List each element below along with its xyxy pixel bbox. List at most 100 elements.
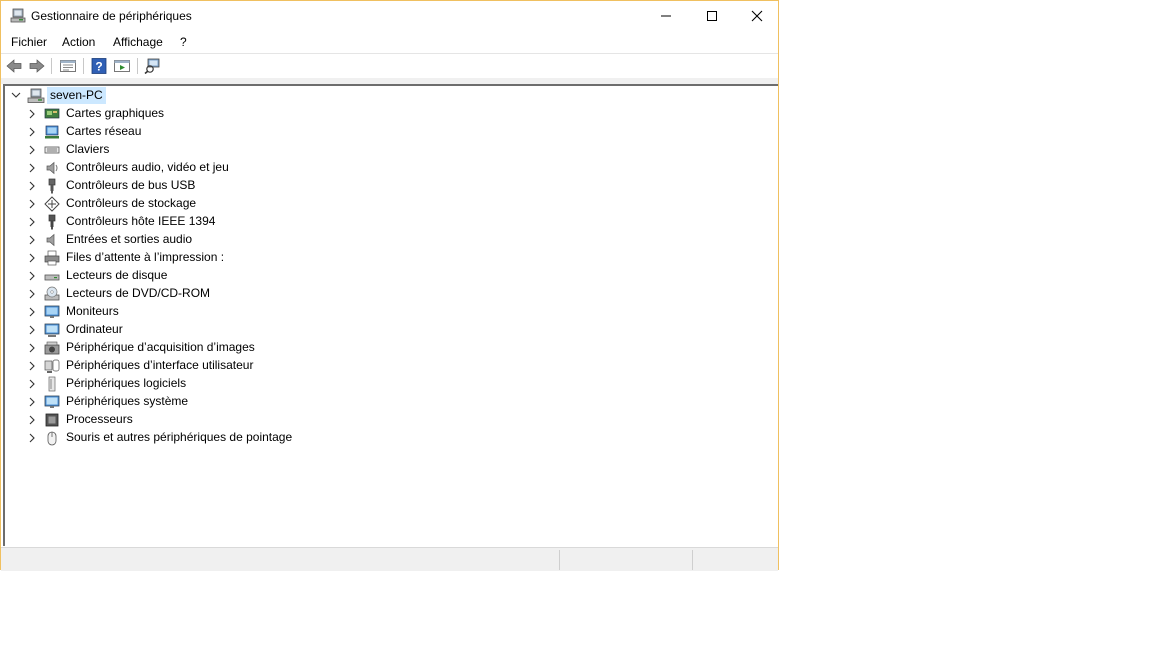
tree-category-label: Claviers <box>66 142 110 156</box>
status-divider <box>559 550 560 570</box>
device-tree[interactable]: seven-PC Cartes graphiques Cartes réseau C… <box>3 84 778 546</box>
minimize-button[interactable] <box>643 1 689 31</box>
chevron-right-icon[interactable] <box>27 109 37 119</box>
chevron-right-icon[interactable] <box>27 343 37 353</box>
menu-bar: Fichier Action Affichage ? <box>1 31 778 54</box>
network-adapter-icon <box>45 125 59 139</box>
tree-category-item[interactable]: Périphériques logiciels <box>27 375 427 393</box>
tree-category-label: Entrées et sorties audio <box>66 232 193 246</box>
chevron-right-icon[interactable] <box>27 145 37 155</box>
mouse-icon <box>47 431 57 446</box>
tree-category-item[interactable]: Périphériques système <box>27 393 427 411</box>
tree-category-label: Lecteurs de disque <box>66 268 168 282</box>
tree-category-label: Cartes graphiques <box>66 106 165 120</box>
chevron-right-icon[interactable] <box>27 397 37 407</box>
tree-category-item[interactable]: Processeurs <box>27 411 427 429</box>
tree-category-item[interactable]: Périphérique d’acquisition d’images <box>27 339 427 357</box>
chevron-right-icon[interactable] <box>27 379 37 389</box>
tree-category-item[interactable]: Périphériques d’interface utilisateur <box>27 357 427 375</box>
tree-category-label: Processeurs <box>66 412 133 426</box>
toolbar-separator <box>137 58 138 74</box>
chevron-right-icon[interactable] <box>27 433 37 443</box>
chevron-right-icon[interactable] <box>27 307 37 317</box>
tree-category-item[interactable]: Entrées et sorties audio <box>27 231 427 249</box>
tree-category-item[interactable]: Lecteurs de disque <box>27 267 427 285</box>
printer-icon <box>44 250 60 266</box>
maximize-button[interactable] <box>689 1 735 31</box>
title-bar[interactable]: Gestionnaire de périphériques <box>1 1 778 31</box>
menu-help[interactable]: ? <box>180 35 187 49</box>
chevron-right-icon[interactable] <box>27 361 37 371</box>
tree-category-item[interactable]: Contrôleurs audio, vidéo et jeu <box>27 159 427 177</box>
chevron-right-icon[interactable] <box>27 415 37 425</box>
menu-fichier[interactable]: Fichier <box>11 35 47 49</box>
hid-icon <box>44 359 60 373</box>
close-icon <box>751 10 763 22</box>
speaker-icon <box>46 161 58 175</box>
toolbar-separator <box>83 58 84 74</box>
tree-root-label: seven-PC <box>47 87 106 104</box>
keyboard-icon <box>44 146 60 154</box>
software-device-icon <box>48 376 56 392</box>
scan-hardware-icon[interactable] <box>144 58 162 74</box>
tree-category-label: Files d’attente à l’impression : <box>66 250 225 264</box>
chevron-right-icon[interactable] <box>27 181 37 191</box>
tree-category-label: Lecteurs de DVD/CD-ROM <box>66 286 211 300</box>
status-bar <box>1 547 778 571</box>
monitor-icon <box>44 305 60 318</box>
tree-category-item[interactable]: Claviers <box>27 141 427 159</box>
toolbar-separator <box>51 58 52 74</box>
tree-category-label: Ordinateur <box>66 322 123 336</box>
tree-category-item[interactable]: Lecteurs de DVD/CD-ROM <box>27 285 427 303</box>
storage-controller-icon <box>44 196 60 212</box>
chevron-right-icon[interactable] <box>27 163 37 173</box>
menu-action[interactable]: Action <box>62 35 95 49</box>
toolbar: ? <box>1 54 778 79</box>
tree-category-label: Cartes réseau <box>66 124 142 138</box>
device-manager-icon <box>10 8 26 23</box>
chevron-right-icon[interactable] <box>27 325 37 335</box>
tree-category-label: Périphérique d’acquisition d’images <box>66 340 255 354</box>
maximize-icon <box>707 11 717 21</box>
chevron-down-icon[interactable] <box>11 90 21 100</box>
help-icon[interactable]: ? <box>90 58 108 74</box>
firewire-icon <box>48 214 56 230</box>
processor-icon <box>45 413 59 427</box>
tree-category-label: Contrôleurs de bus USB <box>66 178 196 192</box>
chevron-right-icon[interactable] <box>27 217 37 227</box>
properties-view-icon[interactable] <box>59 58 77 74</box>
back-icon[interactable] <box>5 58 23 74</box>
tree-category-item[interactable]: Contrôleurs hôte IEEE 1394 <box>27 213 427 231</box>
disk-drive-icon <box>44 274 60 281</box>
window-title: Gestionnaire de périphériques <box>31 9 192 23</box>
chevron-right-icon[interactable] <box>27 289 37 299</box>
tree-category-item[interactable]: Contrôleurs de bus USB <box>27 177 427 195</box>
tree-category-item[interactable]: Cartes réseau <box>27 123 427 141</box>
usb-icon <box>48 178 56 194</box>
system-device-icon <box>44 395 60 408</box>
forward-icon[interactable] <box>28 58 46 74</box>
menu-affichage[interactable]: Affichage <box>113 35 163 49</box>
svg-text:?: ? <box>95 60 102 74</box>
tree-category-item[interactable]: Souris et autres périphériques de pointa… <box>27 429 427 447</box>
tree-category-label: Contrôleurs audio, vidéo et jeu <box>66 160 229 174</box>
chevron-right-icon[interactable] <box>27 271 37 281</box>
tree-category-label: Contrôleurs de stockage <box>66 196 197 210</box>
action-view-icon[interactable] <box>113 58 131 74</box>
tree-category-item[interactable]: Moniteurs <box>27 303 427 321</box>
tree-category-label: Souris et autres périphériques de pointa… <box>66 430 293 444</box>
minimize-icon <box>661 15 671 17</box>
chevron-right-icon[interactable] <box>27 235 37 245</box>
tree-category-item[interactable]: Cartes graphiques <box>27 105 427 123</box>
chevron-right-icon[interactable] <box>27 253 37 263</box>
tree-category-item[interactable]: Contrôleurs de stockage <box>27 195 427 213</box>
device-manager-window: Gestionnaire de périphériques Fichier Ac… <box>0 0 779 571</box>
tree-category-item[interactable]: Ordinateur <box>27 321 427 339</box>
close-button[interactable] <box>734 1 780 31</box>
chevron-right-icon[interactable] <box>27 199 37 209</box>
chevron-right-icon[interactable] <box>27 127 37 137</box>
computer-icon <box>44 323 60 337</box>
status-divider <box>692 550 693 570</box>
tree-category-label: Périphériques système <box>66 394 189 408</box>
tree-category-item[interactable]: Files d’attente à l’impression : <box>27 249 427 267</box>
